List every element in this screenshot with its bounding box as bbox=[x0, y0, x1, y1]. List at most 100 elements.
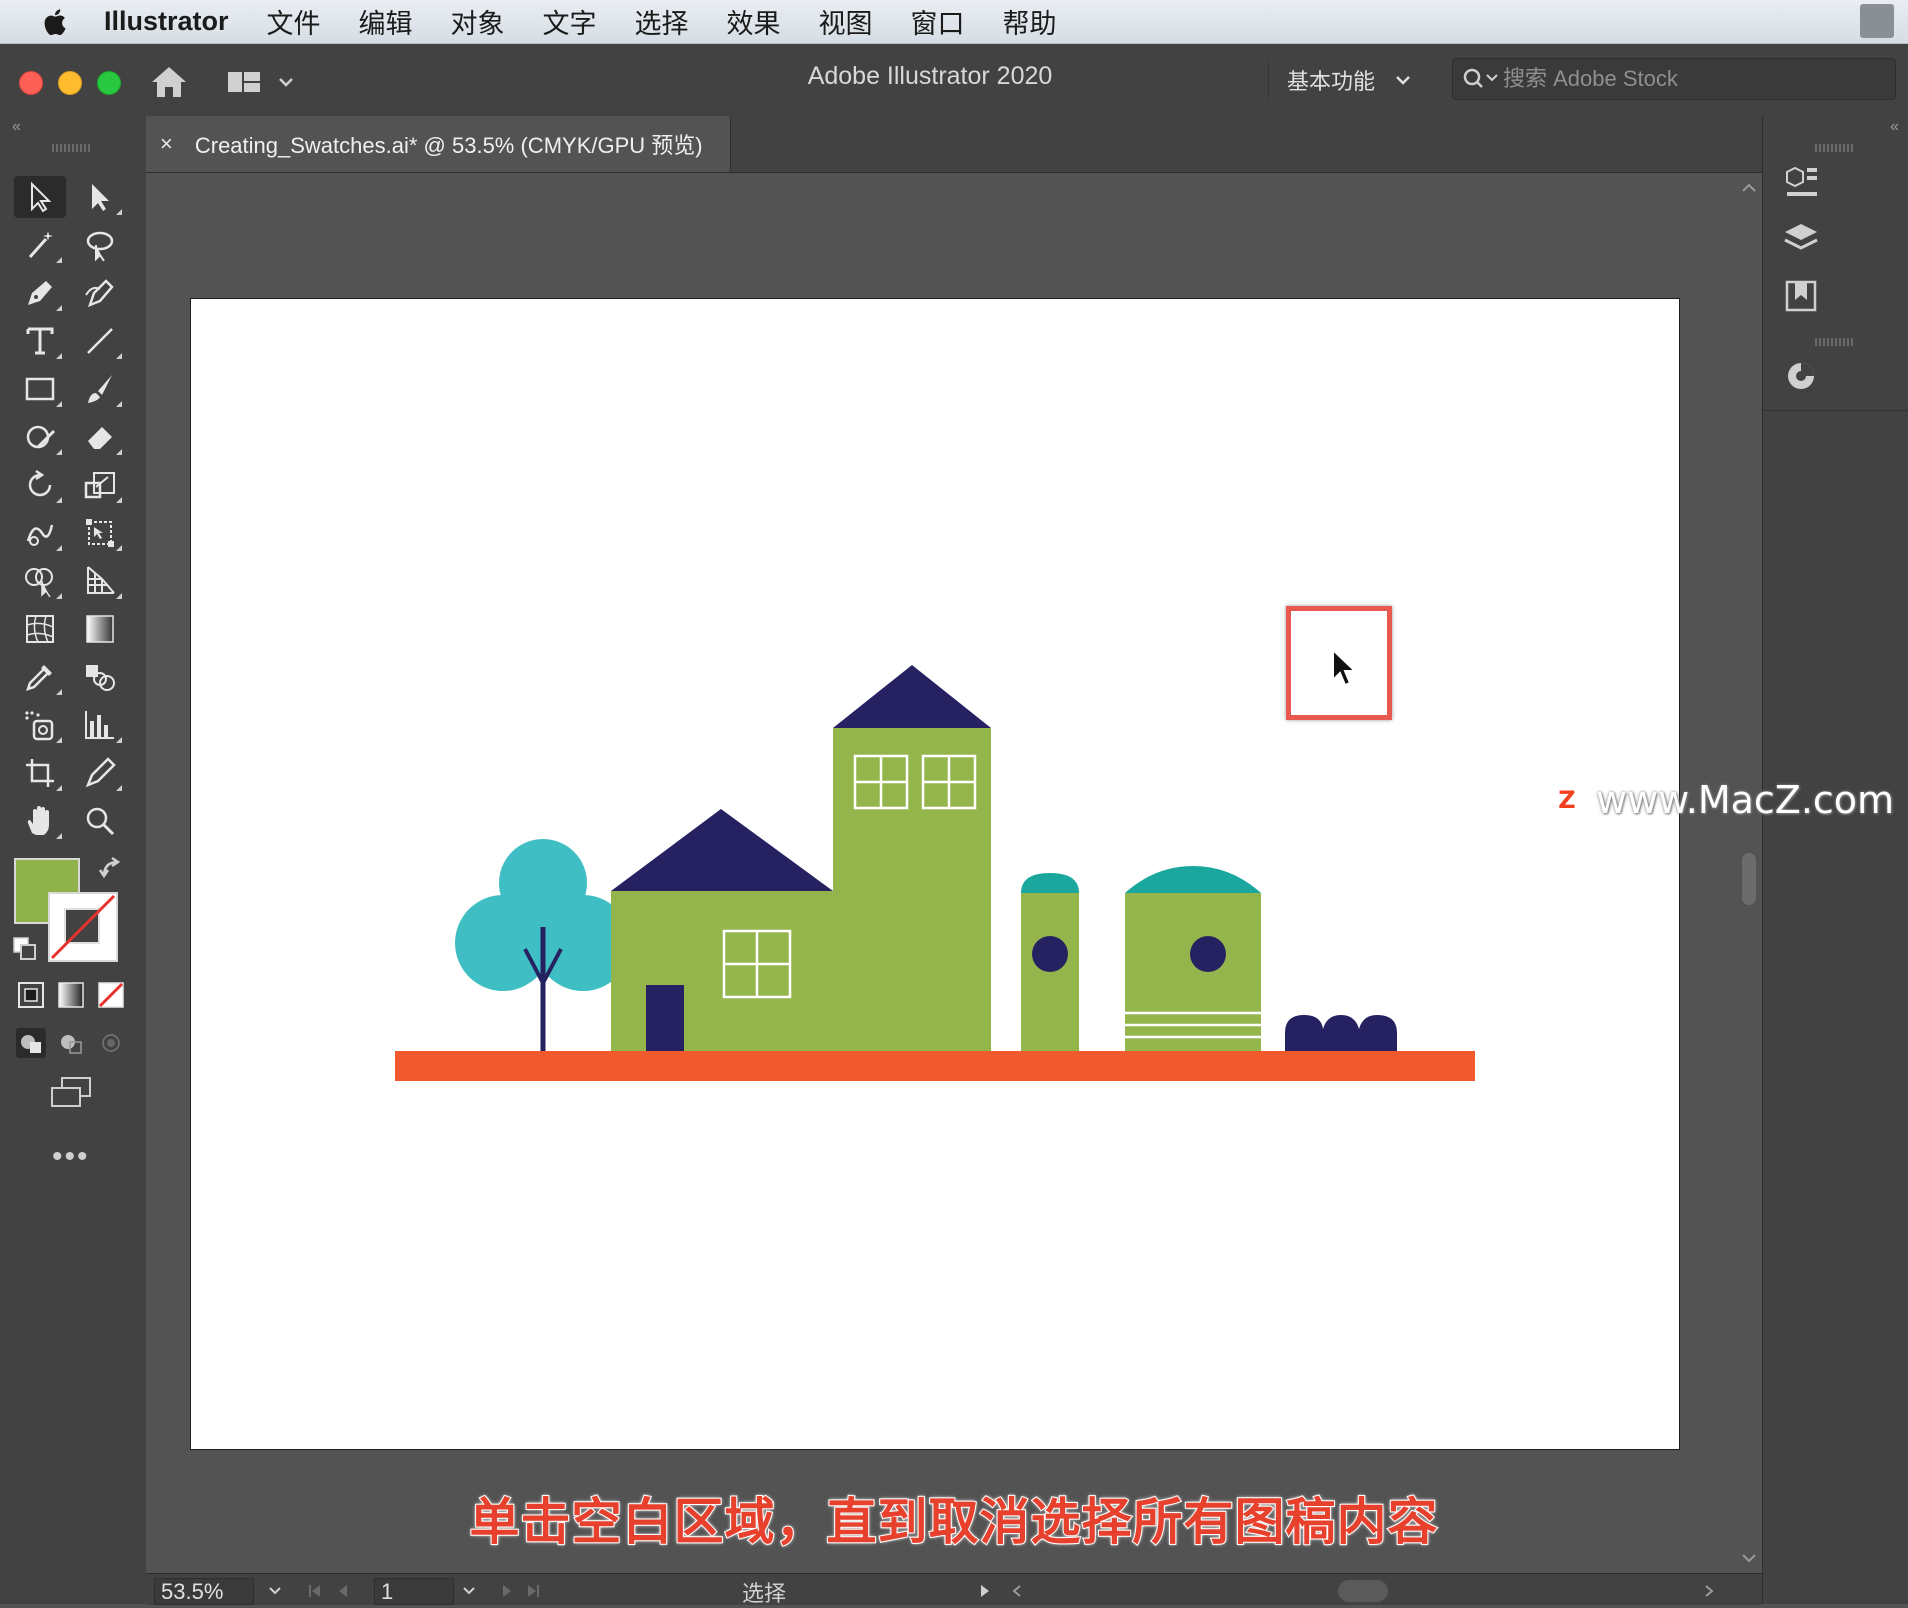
zoom-level-field[interactable]: 53.5% bbox=[154, 1578, 254, 1605]
shaper-icon bbox=[26, 425, 56, 449]
stock-search-input[interactable] bbox=[1501, 65, 1885, 93]
paintbrush-tool[interactable] bbox=[74, 368, 126, 410]
menu-illustrator[interactable]: Illustrator bbox=[104, 6, 229, 37]
tower-building[interactable] bbox=[833, 665, 991, 1051]
draw-inside-icon[interactable] bbox=[96, 1028, 126, 1058]
tree-icon[interactable] bbox=[455, 839, 631, 1051]
apple-icon[interactable] bbox=[40, 7, 68, 37]
draw-behind-icon[interactable] bbox=[56, 1028, 86, 1058]
menu-file[interactable]: 文件 bbox=[267, 2, 321, 41]
line-segment-tool[interactable] bbox=[74, 320, 126, 362]
mesh-tool[interactable] bbox=[14, 608, 66, 650]
gradient-mode-icon[interactable] bbox=[56, 980, 86, 1010]
default-fill-stroke-icon[interactable] bbox=[12, 936, 38, 962]
menu-edit[interactable]: 编辑 bbox=[359, 2, 413, 41]
menubar-extra-icon[interactable] bbox=[1860, 4, 1894, 38]
magic-wand-tool[interactable] bbox=[14, 224, 66, 266]
rectangle-tool[interactable] bbox=[14, 368, 66, 410]
shaper-tool[interactable] bbox=[14, 416, 66, 458]
chevron-down-icon bbox=[1396, 76, 1410, 85]
vertical-scrollbar[interactable] bbox=[1736, 173, 1762, 1573]
bush-icon[interactable] bbox=[1285, 1015, 1397, 1051]
previous-artboard-icon[interactable] bbox=[336, 1584, 350, 1598]
small-silo[interactable] bbox=[1021, 873, 1079, 1051]
scroll-left-icon[interactable] bbox=[1010, 1584, 1024, 1598]
menu-select[interactable]: 选择 bbox=[635, 2, 689, 41]
selection-tool[interactable] bbox=[14, 176, 66, 218]
properties-panel-icon[interactable] bbox=[1781, 162, 1821, 202]
house-illustration[interactable] bbox=[191, 299, 1679, 1449]
warp-tool[interactable] bbox=[14, 512, 66, 554]
screen-mode-icon[interactable] bbox=[48, 1076, 94, 1110]
free-transform-icon bbox=[86, 519, 114, 547]
menu-effect[interactable]: 效果 bbox=[727, 2, 781, 41]
color-guide-panel-icon[interactable] bbox=[1781, 356, 1821, 396]
libraries-panel-icon[interactable] bbox=[1781, 276, 1821, 316]
slice-tool[interactable] bbox=[74, 752, 126, 794]
rotate-tool[interactable] bbox=[14, 464, 66, 506]
vertical-scroll-thumb[interactable] bbox=[1742, 853, 1756, 905]
curvature-tool[interactable] bbox=[74, 272, 126, 314]
artboard-tool[interactable] bbox=[14, 752, 66, 794]
eraser-tool[interactable] bbox=[74, 416, 126, 458]
menu-window[interactable]: 窗口 bbox=[911, 2, 965, 41]
horizontal-scroll-thumb[interactable] bbox=[1338, 1580, 1388, 1602]
perspective-grid-tool[interactable] bbox=[74, 560, 126, 602]
expand-panels-icon[interactable]: « bbox=[1890, 118, 1899, 136]
column-graph-tool[interactable] bbox=[74, 704, 126, 746]
blend-tool[interactable] bbox=[74, 656, 126, 698]
draw-normal-icon[interactable] bbox=[16, 1028, 46, 1058]
document-tab-label: Creating_Swatches.ai* @ 53.5% (CMYK/GPU … bbox=[194, 133, 703, 158]
ground-bar[interactable] bbox=[395, 1051, 1475, 1081]
scroll-up-icon[interactable] bbox=[1741, 183, 1757, 193]
lasso-tool[interactable] bbox=[74, 224, 126, 266]
macz-logo-icon: Z bbox=[1550, 783, 1584, 817]
scroll-down-icon[interactable] bbox=[1741, 1553, 1757, 1563]
panel-grip-2[interactable] bbox=[1815, 338, 1853, 346]
free-transform-tool[interactable] bbox=[74, 512, 126, 554]
menu-type[interactable]: 文字 bbox=[543, 2, 597, 41]
first-artboard-icon[interactable] bbox=[308, 1584, 322, 1598]
current-tool-status[interactable]: 选择 bbox=[742, 1576, 786, 1608]
toolbar-grip[interactable] bbox=[52, 144, 90, 152]
eyedropper-tool[interactable] bbox=[14, 656, 66, 698]
stroke-color-swatch[interactable] bbox=[48, 892, 118, 962]
hand-tool[interactable] bbox=[14, 800, 66, 842]
status-menu-icon[interactable] bbox=[978, 1584, 992, 1598]
swap-fill-stroke-icon[interactable] bbox=[98, 856, 124, 882]
none-mode-icon[interactable] bbox=[96, 980, 126, 1010]
artboard-dropdown-icon[interactable] bbox=[462, 1586, 476, 1595]
gradient-tool[interactable] bbox=[74, 608, 126, 650]
type-tool[interactable] bbox=[14, 320, 66, 362]
wide-silo[interactable] bbox=[1125, 866, 1261, 1051]
tutorial-subtitle: 单击空白区域，直到取消选择所有图稿内容 bbox=[469, 1493, 1439, 1551]
last-artboard-icon[interactable] bbox=[526, 1584, 540, 1598]
mesh-icon bbox=[26, 615, 54, 643]
menu-object[interactable]: 对象 bbox=[451, 2, 505, 41]
artboard-number-field[interactable]: 1 bbox=[374, 1578, 454, 1605]
selection-arrow-icon bbox=[31, 181, 52, 213]
search-icon[interactable] bbox=[1461, 66, 1501, 92]
menu-view[interactable]: 视图 bbox=[819, 2, 873, 41]
menu-help[interactable]: 帮助 bbox=[1003, 2, 1057, 41]
collapse-toolbar-icon[interactable]: « bbox=[12, 118, 21, 136]
type-t-icon bbox=[26, 327, 54, 355]
symbol-sprayer-tool[interactable] bbox=[14, 704, 66, 746]
layers-panel-icon[interactable] bbox=[1781, 220, 1821, 260]
zoom-dropdown-icon[interactable] bbox=[268, 1586, 282, 1595]
artboard[interactable] bbox=[190, 298, 1680, 1450]
document-tab[interactable]: × Creating_Swatches.ai* @ 53.5% (CMYK/GP… bbox=[146, 116, 731, 172]
scroll-right-icon[interactable] bbox=[1702, 1584, 1716, 1598]
edit-toolbar-button[interactable]: ••• bbox=[52, 1140, 90, 1174]
shape-builder-tool[interactable] bbox=[14, 560, 66, 602]
close-tab-icon[interactable]: × bbox=[160, 131, 173, 157]
color-mode-icon[interactable] bbox=[16, 980, 46, 1010]
next-artboard-icon[interactable] bbox=[500, 1584, 514, 1598]
pen-tool[interactable] bbox=[14, 272, 66, 314]
workspace-switcher[interactable]: 基本功能 bbox=[1268, 62, 1411, 98]
main-house[interactable] bbox=[611, 809, 833, 1051]
panel-grip[interactable] bbox=[1815, 144, 1853, 152]
zoom-tool[interactable] bbox=[74, 800, 126, 842]
scale-tool[interactable] bbox=[74, 464, 126, 506]
direct-selection-tool[interactable] bbox=[74, 176, 126, 218]
